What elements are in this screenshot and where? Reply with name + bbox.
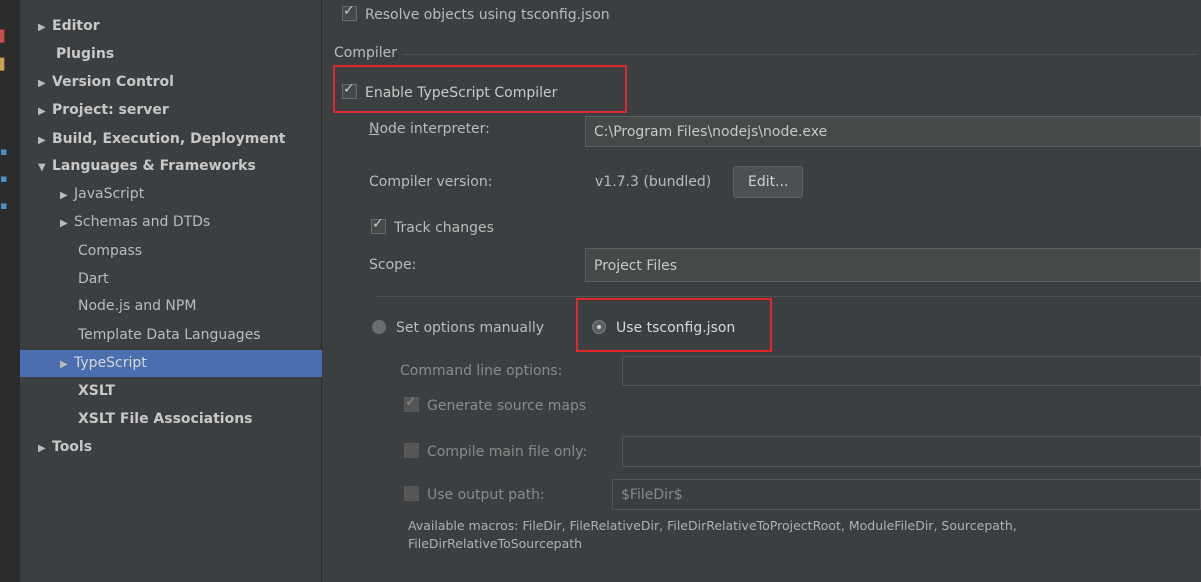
command-line-options-field[interactable] <box>622 356 1201 386</box>
tree-item-version-control[interactable]: ▶ Version Control <box>20 69 339 96</box>
command-line-options-label: Command line options: <box>400 363 563 379</box>
chevron-right-icon: ▶ <box>38 78 46 89</box>
edit-button[interactable]: Edit... <box>733 166 804 198</box>
compiler-version-label: Compiler version: <box>369 174 493 190</box>
chevron-right-icon: ▶ <box>38 106 46 117</box>
settings-tree: ▶ Editor Plugins ▶ Version Control ▶ Projec… <box>20 0 365 582</box>
chevron-right-icon: ▶ <box>60 190 68 201</box>
editor-strip: ▌ ▌ ▪ ▪ ▪ <box>0 0 20 582</box>
compiler-version-value: v1.7.3 (bundled) <box>595 174 712 190</box>
checkbox-icon <box>371 216 386 234</box>
file-marker-icon: ▪ <box>0 172 8 185</box>
scope-select[interactable]: Project Files <box>585 248 1201 282</box>
chevron-right-icon: ▶ <box>60 218 68 229</box>
node-interpreter-field[interactable]: C:\Program Files\nodejs\node.exe <box>585 116 1201 147</box>
node-interpreter-label: Node interpreter: <box>369 121 490 137</box>
tree-item-plugins[interactable]: Plugins <box>20 41 357 68</box>
checkbox-icon <box>342 3 357 21</box>
tree-item-javascript[interactable]: ▶JavaScript⧉ <box>20 181 361 208</box>
track-changes-checkbox[interactable]: Track changes <box>371 216 494 236</box>
compiler-section-title: Compiler <box>334 45 398 61</box>
tree-item-project[interactable]: ▶ Project: server <box>20 97 339 124</box>
options-divider <box>375 296 1201 297</box>
file-marker-icon: ▌ <box>0 30 9 43</box>
file-marker-icon: ▪ <box>0 199 8 212</box>
resolve-objects-checkbox[interactable]: Resolve objects using tsconfig.json <box>342 3 610 23</box>
tree-item-tools[interactable]: ▶ Tools <box>20 434 339 461</box>
tree-item-editor[interactable]: ▶ Editor <box>20 13 339 40</box>
compile-main-only-checkbox[interactable]: Compile main file only: <box>404 443 587 460</box>
section-divider <box>402 54 1197 55</box>
scope-label: Scope: <box>369 257 417 273</box>
chevron-right-icon: ▶ <box>60 359 68 370</box>
output-path-field[interactable]: $FileDir$ <box>612 479 1201 510</box>
use-output-path-checkbox[interactable]: Use output path: <box>404 486 545 503</box>
checkbox-icon <box>404 443 419 458</box>
file-marker-icon: ▪ <box>0 145 8 158</box>
highlight-box <box>576 298 772 352</box>
tree-item-build[interactable]: ▶ Build, Execution, Deployment <box>20 126 339 153</box>
radio-icon <box>372 320 386 334</box>
chevron-down-icon: ▼ <box>38 162 46 173</box>
checkbox-icon <box>404 394 419 412</box>
highlight-box <box>333 65 627 113</box>
chevron-right-icon: ▶ <box>38 22 46 33</box>
set-options-manually-radio[interactable]: Set options manually <box>372 320 544 336</box>
available-macros-line1: Available macros: FileDir, FileRelativeD… <box>408 518 1017 533</box>
generate-source-maps-checkbox[interactable]: Generate source maps <box>404 394 586 414</box>
file-marker-icon: ▌ <box>0 58 9 71</box>
checkbox-icon <box>404 486 419 501</box>
chevron-right-icon: ▶ <box>38 443 46 454</box>
available-macros-line2: FileDirRelativeToSourcepath <box>408 536 583 551</box>
tree-item-languages[interactable]: ▼ Languages & Frameworks <box>20 153 339 180</box>
chevron-right-icon: ▶ <box>38 135 46 146</box>
tree-item-typescript[interactable]: ▶TypeScript⧉ <box>20 350 361 377</box>
compile-main-only-field[interactable] <box>622 436 1201 467</box>
tree-item-schemas[interactable]: ▶Schemas and DTDs⧉ <box>20 209 361 236</box>
typescript-settings-panel: Resolve objects using tsconfig.json Comp… <box>322 0 1201 582</box>
